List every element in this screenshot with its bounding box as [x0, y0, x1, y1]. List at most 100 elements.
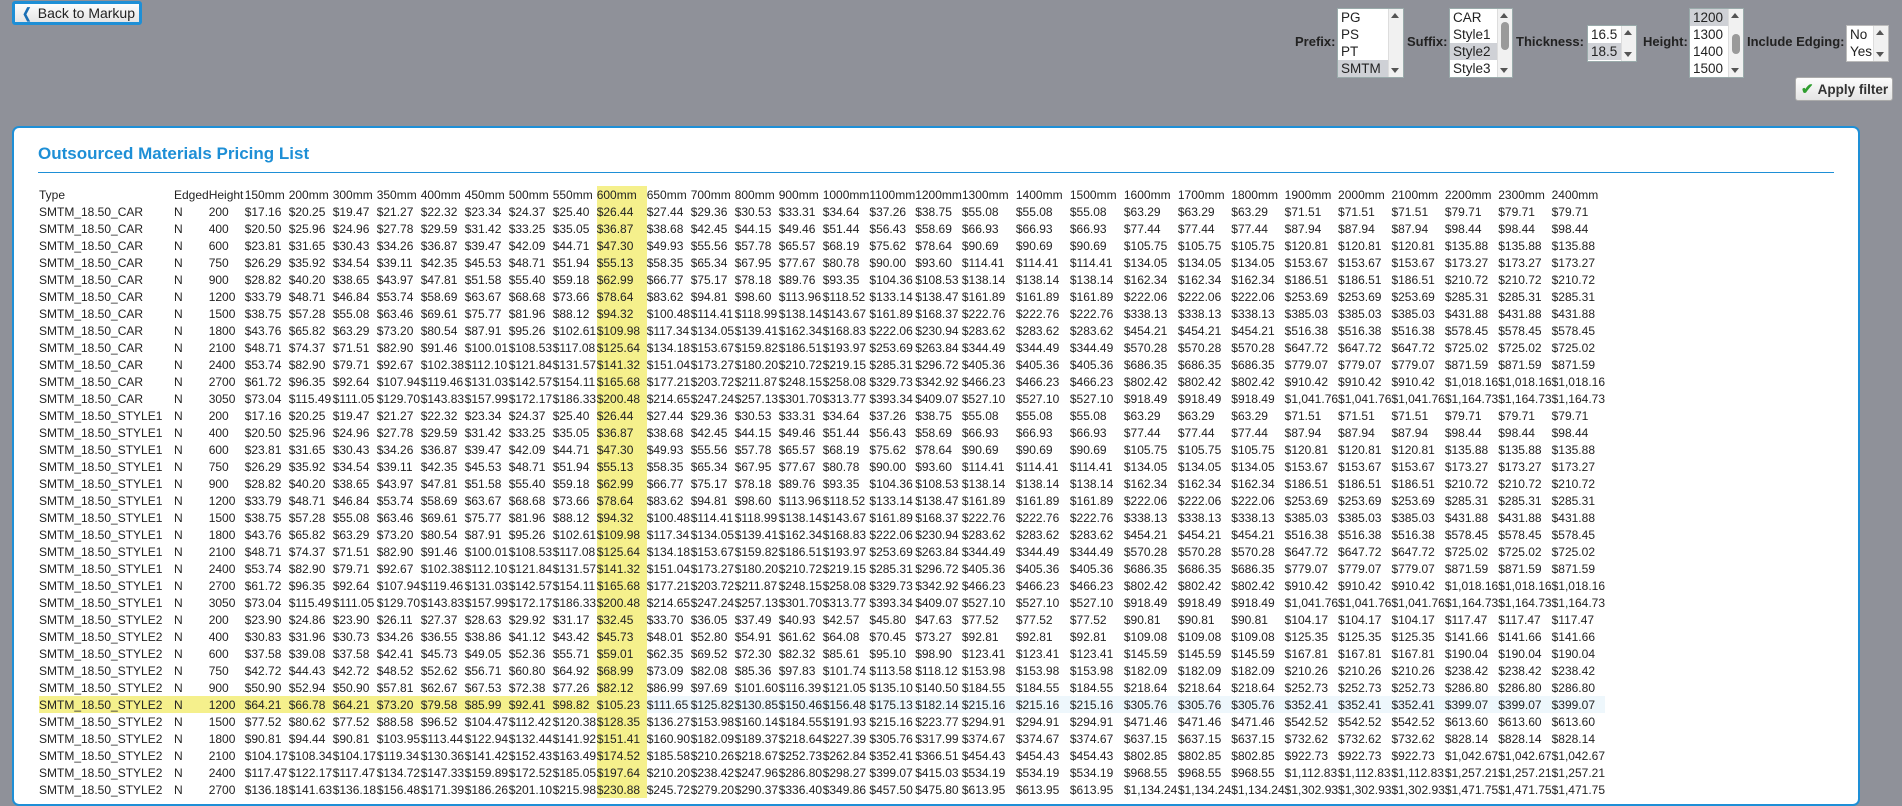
table-cell: $779.07 [1338, 357, 1382, 372]
thickness-scrollbar[interactable] [1621, 26, 1636, 61]
table-row[interactable]: SMTM_18.50_STYLE1 N 2400 $53.74 $82.90 $79.71… [39, 560, 1605, 577]
table-row[interactable]: SMTM_18.50_CAR N 2100 $48.71 $74.37 $71.51 $82… [39, 339, 1605, 356]
scroll-up-icon[interactable] [1876, 30, 1884, 35]
table-cell: $145.59 [1123, 646, 1168, 661]
scroll-thumb[interactable] [1732, 34, 1740, 54]
table-row[interactable]: SMTM_18.50_STYLE2 N 900 $50.90 $52.94 $50.90 $… [39, 679, 1605, 696]
column-header: 350mm [376, 187, 417, 202]
scroll-down-icon[interactable] [1731, 68, 1739, 73]
edging-scrollbar[interactable] [1873, 26, 1888, 61]
table-cell: $65.57 [778, 238, 816, 253]
table-cell: $114.41 [1015, 255, 1059, 270]
table-row[interactable]: SMTM_18.50_STYLE2 N 1800 $90.81 $94.44 $90.81… [39, 730, 1605, 747]
table-row[interactable]: SMTM_18.50_STYLE2 N 400 $30.83 $31.96 $30.73 $… [39, 628, 1605, 645]
scroll-thumb[interactable] [1501, 22, 1509, 50]
table-row[interactable]: SMTM_18.50_STYLE1 N 600 $23.81 $31.65 $30.43 $… [39, 441, 1605, 458]
table-row[interactable]: SMTM_18.50_CAR N 900 $28.82 $40.20 $38.65 $43.… [39, 271, 1605, 288]
table-row[interactable]: SMTM_18.50_CAR N 1500 $38.75 $57.28 $55.08 $63… [39, 305, 1605, 322]
table-row[interactable]: SMTM_18.50_STYLE2 N 2700 $136.18 $141.63 $136… [39, 781, 1605, 798]
table-cell: $342.92 [915, 578, 959, 593]
edging-listbox[interactable]: No Yes [1846, 25, 1889, 62]
scroll-up-icon[interactable] [1731, 13, 1739, 18]
table-cell: $93.60 [915, 459, 952, 474]
table-cell: $159.89 [464, 765, 509, 780]
table-cell: $141.66 [1498, 629, 1542, 644]
table-cell: $165.68 [596, 577, 647, 594]
scroll-down-icon[interactable] [1500, 68, 1508, 73]
table-cell: $82.32 [778, 646, 816, 661]
table-cell: $156.48 [822, 696, 870, 713]
table-row[interactable]: SMTM_18.50_STYLE1 N 200 $17.16 $20.25 $19.47 $… [39, 407, 1605, 424]
scroll-down-icon[interactable] [1876, 52, 1884, 57]
thickness-listbox[interactable]: 16.5 18.5 [1587, 25, 1637, 62]
table-cell: $38.68 [646, 425, 684, 440]
table-row[interactable]: SMTM_18.50_CAR N 2400 $53.74 $82.90 $79.71 $92… [39, 356, 1605, 373]
table-cell: $134.05 [1231, 459, 1275, 474]
table-cell: $117.47 [1498, 612, 1541, 627]
table-cell: $71.51 [1391, 408, 1429, 423]
table-row[interactable]: SMTM_18.50_CAR N 200 $17.16 $20.25 $19.47 $21.… [39, 203, 1605, 220]
table-cell: $80.62 [288, 714, 326, 729]
table-cell: $173.27 [1551, 255, 1595, 270]
column-header: 1600mm [1123, 187, 1171, 202]
scroll-down-icon[interactable] [1624, 52, 1632, 57]
table-cell: N [174, 731, 183, 746]
table-row[interactable]: SMTM_18.50_STYLE2 N 750 $42.72 $44.43 $42.72 $… [39, 662, 1605, 679]
table-row[interactable]: SMTM_18.50_STYLE2 N 1200 $64.21 $66.78 $64.21… [39, 696, 1605, 713]
table-cell: $39.11 [376, 255, 413, 270]
scroll-down-icon[interactable] [1391, 68, 1399, 73]
table-row[interactable]: SMTM_18.50_STYLE1 N 1800 $43.76 $65.82 $63.29… [39, 526, 1605, 543]
scroll-up-icon[interactable] [1624, 30, 1632, 35]
table-row[interactable]: SMTM_18.50_STYLE1 N 2100 $48.71 $74.37 $71.51… [39, 543, 1605, 560]
table-row[interactable]: SMTM_18.50_STYLE2 N 2100 $104.17 $108.34 $104… [39, 747, 1605, 764]
table-cell: $98.44 [1444, 425, 1482, 440]
table-cell: $29.92 [508, 612, 546, 627]
table-cell: $918.49 [1231, 391, 1275, 406]
table-row[interactable]: SMTM_18.50_CAR N 1800 $43.76 $65.82 $63.29 $73… [39, 322, 1605, 339]
table-row[interactable]: SMTM_18.50_STYLE2 N 1500 $77.52 $80.62 $77.52… [39, 713, 1605, 730]
table-row[interactable]: SMTM_18.50_STYLE2 N 200 $23.90 $24.86 $23.90 $… [39, 611, 1605, 628]
table-cell: SMTM_18.50_STYLE2 [39, 680, 163, 695]
table-row[interactable]: SMTM_18.50_STYLE1 N 900 $28.82 $40.20 $38.65 $… [39, 475, 1605, 492]
table-cell: $454.21 [1123, 527, 1168, 542]
table-cell: $65.82 [288, 527, 326, 542]
table-row[interactable]: SMTM_18.50_STYLE1 N 400 $20.50 $25.96 $24.96 $… [39, 424, 1605, 441]
table-row[interactable]: SMTM_18.50_CAR N 3050 $73.04 $115.49 $111.05 $… [39, 390, 1605, 407]
table-row[interactable]: SMTM_18.50_CAR N 400 $20.50 $25.96 $24.96 $27.… [39, 220, 1605, 237]
table-cell: $160.90 [646, 731, 691, 746]
table-row[interactable]: SMTM_18.50_STYLE1 N 1500 $38.75 $57.28 $55.08… [39, 509, 1605, 526]
table-cell: $42.35 [420, 459, 458, 474]
suffix-listbox[interactable]: CAR Style1 Style2 Style3 [1449, 8, 1513, 78]
table-cell: $118.52 [822, 493, 866, 508]
prefix-listbox[interactable]: PG PS PT SMTM [1337, 8, 1404, 78]
table-row[interactable]: SMTM_18.50_STYLE2 N 2400 $117.47 $122.17 $117… [39, 764, 1605, 781]
scroll-up-icon[interactable] [1500, 13, 1508, 18]
table-cell: $135.88 [1551, 238, 1595, 253]
table-row[interactable]: SMTM_18.50_CAR N 1200 $33.79 $48.71 $46.84 $53… [39, 288, 1605, 305]
table-cell: $135.88 [1498, 442, 1542, 457]
table-row[interactable]: SMTM_18.50_STYLE1 N 3050 $73.04 $115.49 $111.… [39, 594, 1605, 611]
table-cell: $48.01 [646, 629, 684, 644]
height-listbox[interactable]: 1200 1300 1400 1500 [1689, 8, 1744, 78]
table-cell: $252.73 [1284, 680, 1329, 695]
table-cell: $156.48 [376, 782, 421, 797]
table-row[interactable]: SMTM_18.50_CAR N 600 $23.81 $31.65 $30.43 $34.… [39, 237, 1605, 254]
table-cell: $123.41 [1015, 646, 1060, 661]
table-cell: $50.90 [332, 680, 370, 695]
table-cell: $43.76 [244, 323, 282, 338]
suffix-scrollbar[interactable] [1497, 9, 1512, 77]
table-row[interactable]: SMTM_18.50_STYLE1 N 750 $26.29 $35.92 $34.54 $… [39, 458, 1605, 475]
table-row[interactable]: SMTM_18.50_STYLE1 N 1200 $33.79 $48.71 $46.84… [39, 492, 1605, 509]
scroll-up-icon[interactable] [1391, 13, 1399, 18]
table-cell: $87.94 [1391, 425, 1429, 440]
table-row[interactable]: SMTM_18.50_STYLE1 N 2700 $61.72 $96.35 $92.64… [39, 577, 1605, 594]
table-row[interactable]: SMTM_18.50_STYLE2 N 600 $37.58 $39.08 $37.58 $… [39, 645, 1605, 662]
table-row[interactable]: SMTM_18.50_CAR N 2700 $61.72 $96.35 $92.64 $10… [39, 373, 1605, 390]
table-cell: $77.44 [1231, 425, 1268, 440]
table-row[interactable]: SMTM_18.50_CAR N 750 $26.29 $35.92 $34.54 $39.… [39, 254, 1605, 271]
height-scrollbar[interactable] [1728, 9, 1743, 77]
prefix-scrollbar[interactable] [1388, 9, 1403, 77]
table-cell: $44.71 [552, 442, 590, 457]
table-cell: $871.59 [1551, 561, 1595, 576]
apply-filter-button[interactable]: ✔ Apply filter [1795, 77, 1893, 101]
